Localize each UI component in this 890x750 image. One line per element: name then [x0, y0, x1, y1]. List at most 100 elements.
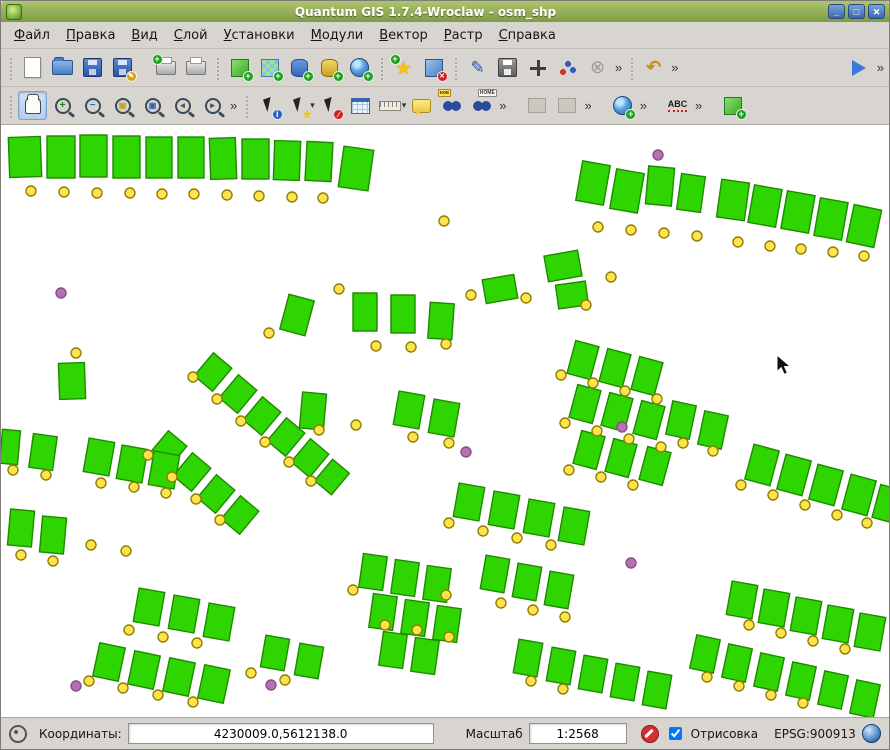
node-tool-button[interactable] [553, 53, 582, 82]
stop-render-icon[interactable] [641, 725, 659, 743]
render-checkbox[interactable] [669, 727, 682, 740]
new-bookmark-button[interactable]: нов [437, 91, 466, 120]
move-feature-button[interactable] [523, 53, 552, 82]
zoom-last-button[interactable] [168, 91, 197, 120]
mouse-cursor [777, 355, 790, 374]
toolbar-overflow-button[interactable]: » [638, 98, 649, 113]
open-attribute-table-button[interactable] [346, 91, 375, 120]
add-vector-layer-icon [229, 57, 251, 79]
toolbar-grip[interactable] [244, 94, 249, 118]
menu-edit[interactable]: Правка [59, 25, 122, 46]
save-project-as-button[interactable] [108, 53, 137, 82]
toolbar-grip[interactable] [8, 56, 13, 80]
web-globe-button[interactable] [608, 91, 637, 120]
select-features-button[interactable] [284, 91, 313, 120]
toggle-editing-button[interactable] [463, 53, 492, 82]
building-polygon [280, 294, 314, 336]
zoom-to-selection-button[interactable] [138, 91, 167, 120]
toolbar-grip[interactable] [8, 94, 13, 118]
zoom-full-button[interactable] [108, 91, 137, 120]
identify-button[interactable] [254, 91, 283, 120]
menu-help[interactable]: Справка [492, 25, 563, 46]
save-project-button[interactable] [78, 53, 107, 82]
toolbar-grip[interactable] [215, 56, 220, 80]
menu-view[interactable]: Вид [124, 25, 164, 46]
new-print-composer-button[interactable] [151, 53, 180, 82]
point-feature [441, 590, 451, 600]
minimize-button[interactable]: _ [828, 4, 845, 19]
annotation-button[interactable] [523, 91, 552, 120]
zoom-out-button[interactable] [78, 91, 107, 120]
maximize-button[interactable]: □ [848, 4, 865, 19]
zoom-in-button[interactable] [48, 91, 77, 120]
labeling-button[interactable]: ABC [663, 91, 692, 120]
toolbar-grip[interactable] [453, 56, 458, 80]
toolbar-overflow-button[interactable]: » [228, 98, 239, 113]
print-composer-icon [155, 57, 177, 79]
add-vector-layer-button[interactable] [225, 53, 254, 82]
menu-plugins[interactable]: Модули [304, 25, 371, 46]
toolbar-overflow-button[interactable]: » [669, 60, 680, 75]
titlebar[interactable]: Quantum GIS 1.7.4-Wroclaw - osm_shp _ □ … [1, 1, 889, 22]
building-polygon [391, 559, 419, 596]
point-feature [606, 272, 616, 282]
remove-layer-button[interactable] [419, 53, 448, 82]
add-wms-layer-button[interactable] [345, 53, 374, 82]
building-polygon [605, 438, 637, 477]
whats-this-button[interactable] [845, 53, 874, 82]
text-annotation-icon [556, 95, 578, 117]
toolbar-grip[interactable] [379, 56, 384, 80]
scale-input[interactable] [529, 723, 627, 744]
point-feature [800, 500, 810, 510]
pan-button[interactable] [18, 91, 47, 120]
toolbar-overflow-button[interactable]: » [583, 98, 594, 113]
deselect-features-button[interactable] [316, 91, 345, 120]
point-feature [189, 189, 199, 199]
building-polygon [512, 563, 542, 601]
toolbar-grip[interactable] [629, 56, 634, 80]
point-feature [306, 476, 316, 486]
point-feature [191, 494, 201, 504]
menu-layer[interactable]: Слой [167, 25, 215, 46]
extents-icon[interactable] [9, 725, 27, 743]
building-polygon [203, 603, 235, 641]
map-canvas[interactable] [1, 125, 889, 717]
add-raster-layer-button[interactable] [255, 53, 284, 82]
point-feature [236, 416, 246, 426]
new-project-button[interactable] [18, 53, 47, 82]
map-tips-button[interactable] [407, 91, 436, 120]
toolbar-overflow-button[interactable]: » [613, 60, 624, 75]
new-shapefile-layer-button[interactable] [389, 53, 418, 82]
show-bookmarks-button[interactable]: HOME [467, 91, 496, 120]
menu-vector[interactable]: Вектор [372, 25, 435, 46]
menu-settings[interactable]: Установки [217, 25, 302, 46]
toolbar-overflow-button[interactable]: » [497, 98, 508, 113]
coordinates-input[interactable] [128, 723, 434, 744]
map-composer-button[interactable] [718, 91, 747, 120]
delete-circle-icon [587, 57, 609, 79]
delete-selected-button[interactable] [583, 53, 612, 82]
purple-point-feature [626, 558, 636, 568]
add-postgis-layer-button[interactable] [285, 53, 314, 82]
text-annotation-button[interactable] [553, 91, 582, 120]
add-spatialite-layer-button[interactable] [315, 53, 344, 82]
close-button[interactable]: ✕ [868, 4, 885, 19]
purple-point-feature [617, 422, 627, 432]
building-polygon [822, 605, 854, 643]
building-polygon [391, 295, 415, 333]
menu-file[interactable]: Файл [7, 25, 57, 46]
undo-button[interactable] [639, 53, 668, 82]
new-bookmark-tag: нов [438, 89, 451, 97]
open-project-button[interactable] [48, 53, 77, 82]
point-feature [439, 216, 449, 226]
measure-button[interactable] [376, 91, 405, 120]
zoom-next-button[interactable] [198, 91, 227, 120]
crs-globe-icon[interactable] [862, 724, 881, 743]
building-polygon [633, 400, 665, 439]
toolbar-overflow-button[interactable]: » [693, 98, 704, 113]
toolbar-overflow-button[interactable]: » [875, 60, 886, 75]
save-edits-button[interactable] [493, 53, 522, 82]
point-feature [380, 620, 390, 630]
print-button[interactable] [181, 53, 210, 82]
menu-raster[interactable]: Растр [437, 25, 490, 46]
